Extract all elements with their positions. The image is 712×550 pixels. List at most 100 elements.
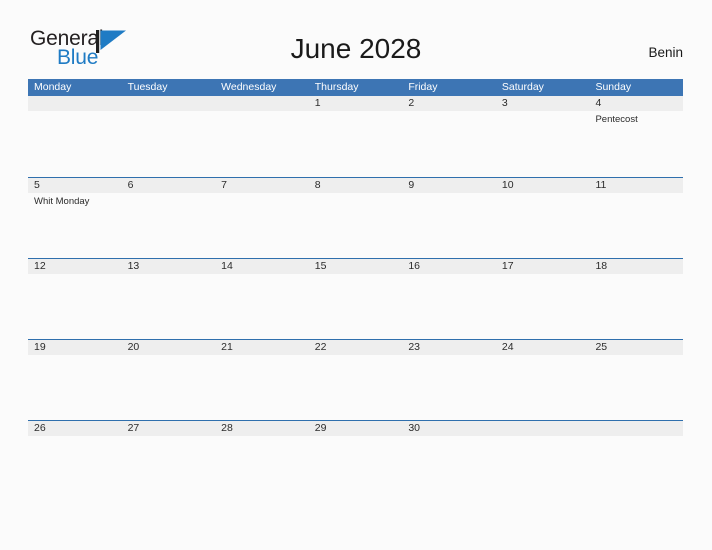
weekday-header-monday: Monday: [34, 81, 72, 93]
day-number: 20: [127, 341, 140, 353]
weekday-header-saturday: Saturday: [501, 81, 544, 93]
day-band: [308, 178, 403, 193]
day-band: [402, 178, 496, 193]
calendar-day-cell[interactable]: 7: [215, 178, 309, 258]
day-number: 12: [34, 260, 46, 272]
day-band: [495, 421, 590, 436]
calendar-week-row: 19 20 21 22 23 24 25: [28, 339, 684, 420]
calendar-day-cell[interactable]: 10: [495, 178, 590, 258]
day-band: [495, 96, 590, 111]
country-label: Benin: [648, 45, 683, 60]
day-number: 3: [501, 97, 508, 109]
day-number: 10: [501, 179, 514, 191]
calendar-weeks: 1 2 3 4 Pentecost 5 Whit Monday 6 7 8 9 10 11 12 13 14 1…: [28, 96, 684, 501]
holiday-label: Whit Monday: [34, 196, 90, 207]
day-number: 30: [408, 422, 420, 434]
day-band: [121, 178, 216, 193]
calendar-grid: Monday Tuesday Wednesday Thursday Friday…: [28, 79, 684, 501]
day-events: Whit Monday: [34, 195, 119, 208]
calendar-day-cell[interactable]: 27: [121, 421, 216, 501]
day-number: 19: [34, 341, 46, 353]
calendar-day-cell[interactable]: 23: [402, 340, 496, 420]
day-number: 18: [595, 260, 608, 272]
day-band: [121, 96, 216, 111]
calendar-day-cell[interactable]: 30: [402, 421, 496, 501]
calendar-day-cell[interactable]: 2: [402, 96, 496, 177]
day-band: [589, 96, 684, 111]
calendar-day-cell[interactable]: 29: [308, 421, 403, 501]
day-band: [215, 178, 309, 193]
calendar-day-cell[interactable]: 3: [495, 96, 590, 177]
calendar-day-cell[interactable]: 17: [495, 259, 590, 339]
calendar-week-row: 1 2 3 4 Pentecost: [28, 96, 684, 177]
calendar-day-cell[interactable]: 14: [215, 259, 309, 339]
calendar-day-cell-empty: [495, 421, 590, 501]
day-number: 14: [221, 260, 233, 272]
calendar-day-cell[interactable]: 4 Pentecost: [589, 96, 684, 177]
day-number: 5: [34, 179, 40, 191]
page-title: June 2028: [290, 33, 422, 64]
day-number: 28: [221, 422, 233, 434]
day-number: 15: [314, 260, 327, 272]
calendar-day-cell[interactable]: 16: [402, 259, 496, 339]
calendar-day-cell[interactable]: 18: [589, 259, 684, 339]
calendar-day-cell[interactable]: 26: [28, 421, 122, 501]
calendar-page: General Blue June 2028 Benin Monday Tues…: [0, 0, 712, 550]
day-number: 4: [595, 97, 602, 109]
calendar-day-cell[interactable]: 21: [215, 340, 309, 420]
calendar-day-cell[interactable]: 20: [121, 340, 216, 420]
calendar-day-cell[interactable]: 19: [28, 340, 122, 420]
calendar-day-cell[interactable]: 9: [402, 178, 496, 258]
calendar-day-cell[interactable]: 6: [121, 178, 216, 258]
day-number: 11: [595, 179, 607, 191]
day-number: 16: [408, 260, 420, 272]
calendar-day-cell[interactable]: 1: [308, 96, 403, 177]
day-band: [28, 96, 122, 111]
calendar-day-cell[interactable]: 8: [308, 178, 403, 258]
day-number: 26: [34, 422, 46, 434]
weekday-header-wednesday: Wednesday: [221, 81, 277, 93]
calendar-day-cell[interactable]: 11: [589, 178, 684, 258]
calendar-week-row: 26 27 28 29 30: [28, 420, 684, 501]
holiday-label: Pentecost: [595, 114, 638, 125]
calendar-day-cell-empty: [589, 421, 684, 501]
calendar-week-row: 12 13 14 15 16 17 18: [28, 258, 684, 339]
page-header: General Blue June 2028 Benin: [0, 0, 712, 78]
calendar-day-cell[interactable]: 22: [308, 340, 403, 420]
weekday-header-thursday: Thursday: [314, 81, 359, 93]
day-number: 22: [314, 341, 327, 353]
calendar-day-cell[interactable]: 5 Whit Monday: [28, 178, 122, 258]
day-band: [215, 96, 309, 111]
day-number: 25: [595, 341, 608, 353]
calendar-day-cell[interactable]: 12: [28, 259, 122, 339]
day-number: 29: [314, 422, 327, 434]
weekday-header-tuesday: Tuesday: [127, 81, 168, 93]
calendar-day-cell-empty: [215, 96, 309, 177]
calendar-day-cell[interactable]: 15: [308, 259, 403, 339]
day-number: 24: [501, 341, 514, 353]
day-events: Pentecost: [595, 113, 680, 126]
calendar-day-cell-empty: [121, 96, 216, 177]
day-number: 13: [127, 260, 140, 272]
day-band: [308, 96, 403, 111]
day-band: [402, 96, 496, 111]
weekday-header-friday: Friday: [408, 81, 438, 93]
day-number: 9: [408, 179, 415, 191]
day-number: 23: [408, 341, 420, 353]
weekday-header-row: Monday Tuesday Wednesday Thursday Friday…: [28, 79, 683, 96]
day-number: 17: [501, 260, 514, 272]
calendar-day-cell[interactable]: 28: [215, 421, 309, 501]
day-number: 2: [408, 97, 415, 109]
day-number: 7: [221, 179, 227, 191]
calendar-day-cell[interactable]: 24: [495, 340, 590, 420]
calendar-day-cell-empty: [28, 96, 122, 177]
day-number: 6: [127, 179, 134, 191]
day-number: 21: [221, 341, 233, 353]
day-number: 27: [127, 422, 140, 434]
day-number: 1: [314, 97, 321, 109]
calendar-day-cell[interactable]: 25: [589, 340, 684, 420]
weekday-header-sunday: Sunday: [595, 81, 632, 93]
day-number: 8: [314, 179, 321, 191]
calendar-day-cell[interactable]: 13: [121, 259, 216, 339]
calendar-week-row: 5 Whit Monday 6 7 8 9 10 11: [28, 177, 684, 258]
